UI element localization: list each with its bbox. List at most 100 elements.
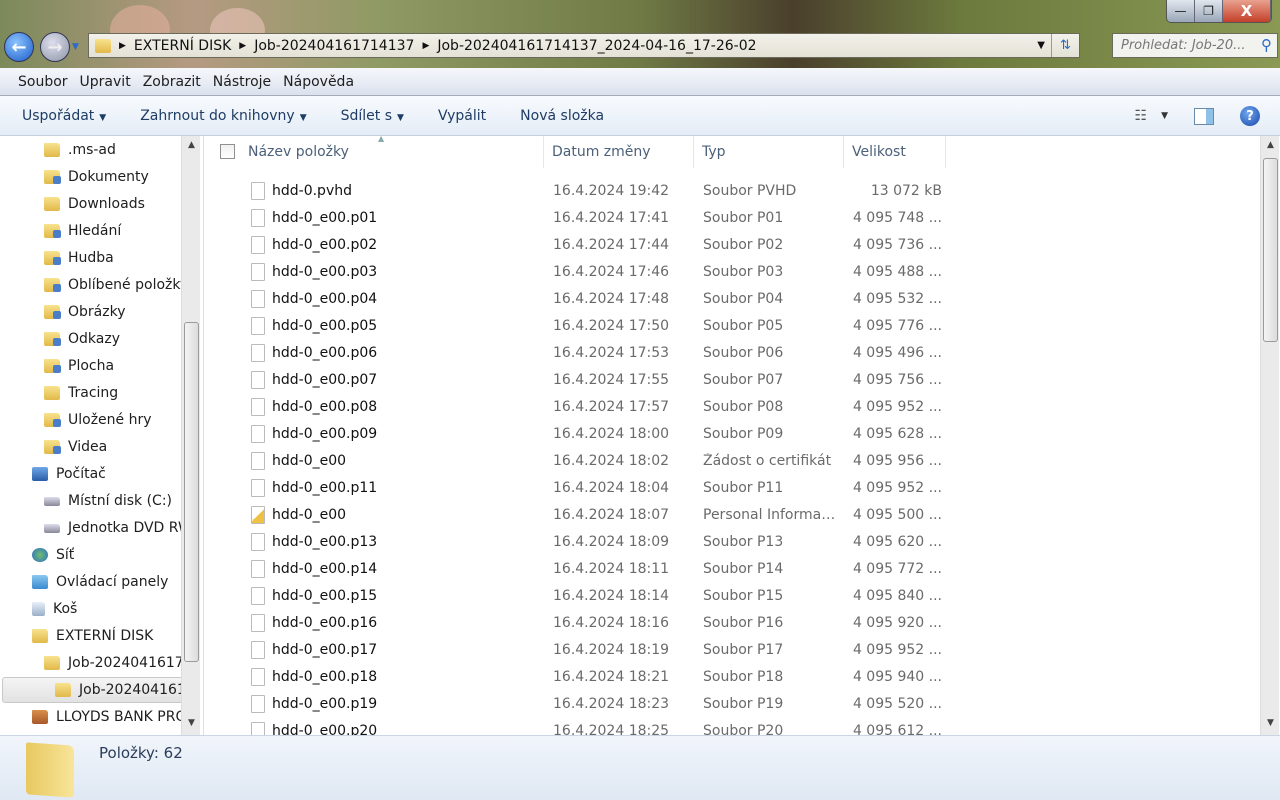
organize-button[interactable]: Uspořádat ▼ <box>14 108 114 124</box>
nav-item[interactable]: .ms-ad <box>0 137 181 163</box>
file-row[interactable]: hdd-0_e00.p09 16.4.2024 18:00 Soubor P09 4 … <box>204 420 964 447</box>
nav-item[interactable]: Tracing <box>0 380 181 406</box>
nav-item[interactable]: Dokumenty <box>0 164 181 190</box>
file-type: Soubor P08 <box>703 398 784 415</box>
file-row[interactable]: hdd-0_e00.p04 16.4.2024 17:48 Soubor P04 4 … <box>204 285 964 312</box>
burn-button[interactable]: Vypálit <box>430 108 494 124</box>
close-button[interactable]: X <box>1223 0 1271 22</box>
column-name-label: Název položky <box>248 144 349 160</box>
view-options-dropdown[interactable]: ▼ <box>1161 111 1168 121</box>
scroll-down-icon[interactable]: ▼ <box>182 718 200 728</box>
nav-item[interactable]: Počítač <box>0 461 181 487</box>
nav-item[interactable]: Místní disk (C:) <box>0 488 181 514</box>
file-row[interactable]: hdd-0_e00.p13 16.4.2024 18:09 Soubor P13 4 … <box>204 528 964 555</box>
breadcrumb-item[interactable]: EXTERNÍ DISK <box>134 38 231 54</box>
chevron-right-icon[interactable]: ▶ <box>119 41 126 51</box>
chevron-right-icon[interactable]: ▶ <box>239 41 246 51</box>
restore-button[interactable]: ❐ <box>1195 0 1223 22</box>
file-row[interactable]: hdd-0_e00.p06 16.4.2024 17:53 Soubor P06 4 … <box>204 339 964 366</box>
menu-help[interactable]: Nápověda <box>277 74 360 90</box>
address-bar[interactable]: ▶ EXTERNÍ DISK ▶ Job-202404161714137 ▶ Job-… <box>88 33 1080 58</box>
nav-item[interactable]: Oblíbené položky <box>0 272 181 298</box>
nav-scrollbar-thumb[interactable] <box>184 322 199 662</box>
file-row[interactable]: hdd-0_e00.p01 16.4.2024 17:41 Soubor P01 4 … <box>204 204 964 231</box>
breadcrumb-item[interactable]: Job-202404161714137_2024-04-16_17-26-02 <box>437 38 756 54</box>
file-name: hdd-0_e00.p14 <box>272 560 378 577</box>
new-folder-button[interactable]: Nová složka <box>512 108 612 124</box>
nav-item[interactable]: Videa <box>0 434 181 460</box>
nav-item[interactable]: Odkazy <box>0 326 181 352</box>
nav-item[interactable]: Ovládací panely <box>0 569 181 595</box>
refresh-button[interactable]: ⇅ <box>1051 34 1079 57</box>
nav-item[interactable]: Downloads <box>0 191 181 217</box>
nav-scrollbar[interactable]: ▲ ▼ <box>181 136 200 735</box>
file-row[interactable]: hdd-0_e00.p15 16.4.2024 18:14 Soubor P15 4 … <box>204 582 964 609</box>
search-input[interactable]: Prohledat: Job-20... ⚲ <box>1112 33 1278 58</box>
back-button[interactable]: ← <box>4 32 34 62</box>
file-size: 4 095 620 ... <box>852 533 942 550</box>
file-row[interactable]: hdd-0_e00.p02 16.4.2024 17:44 Soubor P02 4 … <box>204 231 964 258</box>
nav-item[interactable]: LLOYDS BANK PRODUCTS <box>0 704 181 730</box>
menu-view[interactable]: Zobrazit <box>137 74 207 90</box>
nav-item[interactable]: Hledání <box>0 218 181 244</box>
menu-edit[interactable]: Upravit <box>74 74 137 90</box>
nav-item[interactable]: Job-202404161714137_2024-04-16_17-26-02 <box>2 677 183 703</box>
file-row[interactable]: hdd-0_e00.p18 16.4.2024 18:21 Soubor P18 4 … <box>204 663 964 690</box>
share-with-button[interactable]: Sdílet s ▼ <box>333 108 412 124</box>
nav-item[interactable]: Uložené hry <box>0 407 181 433</box>
file-row[interactable]: hdd-0_e00.p11 16.4.2024 18:04 Soubor P11 4 … <box>204 474 964 501</box>
nav-item[interactable]: Hudba <box>0 245 181 271</box>
file-icon <box>251 640 265 659</box>
address-dropdown-icon[interactable]: ▼ <box>1037 40 1045 51</box>
nav-item[interactable]: EXTERNÍ DISK <box>0 623 181 649</box>
view-details-icon[interactable]: ☷ <box>1135 108 1148 124</box>
computer-icon <box>32 467 48 481</box>
file-row[interactable]: hdd-0_e00.p08 16.4.2024 17:57 Soubor P08 4 … <box>204 393 964 420</box>
organize-label: Uspořádat <box>22 107 95 124</box>
column-header-size[interactable]: Velikost <box>844 136 946 168</box>
file-row[interactable]: hdd-0_e00.p17 16.4.2024 18:19 Soubor P17 4 … <box>204 636 964 663</box>
file-row[interactable]: hdd-0_e00.p03 16.4.2024 17:46 Soubor P03 4 … <box>204 258 964 285</box>
menu-tools[interactable]: Nástroje <box>207 74 277 90</box>
nav-item-label: Tracing <box>68 385 119 401</box>
file-date: 16.4.2024 18:02 <box>553 452 670 469</box>
scroll-down-icon[interactable]: ▼ <box>1261 718 1280 728</box>
search-icon[interactable]: ⚲ <box>1261 36 1272 54</box>
minimize-button[interactable]: — <box>1167 0 1195 22</box>
nav-item[interactable]: Síť <box>0 542 181 568</box>
file-row[interactable]: hdd-0_e00.p05 16.4.2024 17:50 Soubor P05 4 … <box>204 312 964 339</box>
nav-item[interactable]: Plocha <box>0 353 181 379</box>
sort-ascending-icon: ▲ <box>378 136 385 143</box>
breadcrumb-item[interactable]: Job-202404161714137 <box>254 38 414 54</box>
file-row[interactable]: hdd-0_e00.p16 16.4.2024 18:16 Soubor P16 4 … <box>204 609 964 636</box>
file-size: 4 095 736 ... <box>852 236 942 253</box>
help-icon[interactable]: ? <box>1240 106 1260 126</box>
file-row[interactable]: hdd-0_e00 16.4.2024 18:07 Personal Informa… <box>204 501 964 528</box>
column-header-date[interactable]: Datum změny <box>544 136 694 168</box>
column-header-name[interactable]: ▲ Název položky <box>204 136 544 168</box>
column-header-type[interactable]: Typ <box>694 136 844 168</box>
file-row[interactable]: hdd-0_e00.p19 16.4.2024 18:23 Soubor P19 4 … <box>204 690 964 717</box>
recent-pages-dropdown[interactable]: ▼ <box>72 42 79 52</box>
file-list-scrollbar-thumb[interactable] <box>1263 158 1278 342</box>
file-row[interactable]: hdd-0_e00.p20 16.4.2024 18:25 Soubor P20 4 … <box>204 717 964 735</box>
file-row[interactable]: hdd-0_e00.p07 16.4.2024 17:55 Soubor P07 4 … <box>204 366 964 393</box>
file-row[interactable]: hdd-0.pvhd 16.4.2024 19:42 Soubor PVHD 13 0… <box>204 177 964 204</box>
file-row[interactable]: hdd-0_e00.p14 16.4.2024 18:11 Soubor P14 4 … <box>204 555 964 582</box>
scroll-up-icon[interactable]: ▲ <box>1261 140 1280 150</box>
preview-pane-button[interactable] <box>1194 107 1214 125</box>
chevron-right-icon[interactable]: ▶ <box>422 41 429 51</box>
file-date: 16.4.2024 17:48 <box>553 290 670 307</box>
forward-button[interactable]: → <box>40 32 70 62</box>
file-list-scrollbar[interactable]: ▲ ▼ <box>1260 136 1279 735</box>
select-all-checkbox[interactable] <box>220 144 235 159</box>
nav-item[interactable]: Jednotka DVD RW <box>0 515 181 541</box>
menu-file[interactable]: Soubor <box>12 74 74 90</box>
nav-item[interactable]: Koš <box>0 596 181 622</box>
nav-item[interactable]: Job-202404161714137 <box>0 650 181 676</box>
scroll-up-icon[interactable]: ▲ <box>182 140 200 150</box>
include-in-library-button[interactable]: Zahrnout do knihovny ▼ <box>132 108 314 124</box>
file-row[interactable]: hdd-0_e00 16.4.2024 18:02 Žádost o certifi… <box>204 447 964 474</box>
nav-item[interactable]: Obrázky <box>0 299 181 325</box>
file-icon <box>251 343 265 362</box>
